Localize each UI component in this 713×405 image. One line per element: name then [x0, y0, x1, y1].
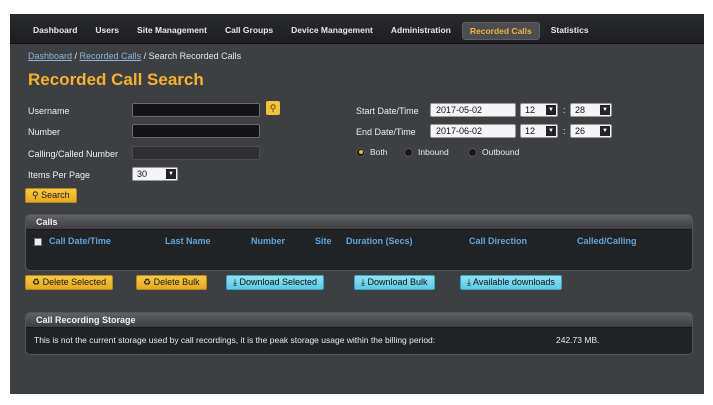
breadcrumb: Dashboard / Recorded Calls / Search Reco…	[28, 51, 241, 61]
delete-selected-button[interactable]: ♻ Delete Selected	[25, 275, 114, 290]
radio-unselected-icon	[404, 147, 413, 157]
start-minute-value: 28	[575, 105, 586, 115]
main-nav: Dashboard Users Site Management Call Gro…	[26, 22, 596, 40]
download-selected-button[interactable]: ⤓ Download Selected	[226, 275, 325, 290]
chevron-down-icon: ▼	[600, 105, 610, 115]
calls-panel: Calls Call Date/Time Last Name Number Si…	[25, 214, 693, 271]
column-last-name[interactable]: Last Name	[165, 236, 211, 246]
start-date-field[interactable]: 2017-05-02	[430, 103, 516, 117]
calling-called-number-field[interactable]	[132, 146, 260, 160]
end-date-field[interactable]: 2017-06-02	[430, 124, 516, 138]
breadcrumb-recorded-calls-link[interactable]: Recorded Calls	[80, 51, 142, 61]
delete-selected-label: Delete Selected	[42, 277, 107, 287]
nav-device-management[interactable]: Device Management	[284, 22, 380, 40]
call-recording-storage-panel: Call Recording Storage This is not the c…	[25, 312, 693, 355]
storage-value: 242.73 MB.	[556, 335, 600, 345]
column-number[interactable]: Number	[251, 236, 285, 246]
download-icon: ⤓	[361, 277, 365, 287]
end-date-time-label: End Date/Time	[356, 127, 416, 137]
calling-called-number-label: Calling/Called Number	[28, 149, 119, 159]
direction-outbound-label: Outbound	[482, 147, 520, 157]
number-label: Number	[28, 127, 61, 137]
delete-bulk-button[interactable]: ♻ Delete Bulk	[136, 275, 207, 290]
direction-inbound-label: Inbound	[418, 147, 449, 157]
items-per-page-value: 30	[137, 169, 148, 179]
storage-row: This is not the current storage used by …	[26, 328, 692, 352]
direction-inbound-radio[interactable]: Inbound	[404, 147, 449, 157]
nav-site-management[interactable]: Site Management	[130, 22, 214, 40]
app-window: Dashboard Users Site Management Call Gro…	[10, 14, 704, 394]
available-downloads-label: Available downloads	[473, 277, 555, 287]
download-icon: ⤓	[233, 277, 237, 287]
trash-icon: ♻	[143, 277, 152, 287]
chevron-down-icon: ▼	[600, 126, 610, 136]
column-call-date-time[interactable]: Call Date/Time	[49, 236, 111, 246]
end-hour-value: 12	[525, 126, 536, 136]
column-called-calling[interactable]: Called/Calling	[577, 236, 637, 246]
select-all-checkbox[interactable]	[34, 238, 42, 246]
username-field[interactable]	[132, 103, 260, 117]
nav-administration[interactable]: Administration	[384, 22, 458, 40]
top-navigation-bar: Dashboard Users Site Management Call Gro…	[10, 14, 704, 44]
end-minute-value: 26	[575, 126, 586, 136]
nav-statistics[interactable]: Statistics	[544, 22, 596, 40]
trash-icon: ♻	[32, 277, 41, 287]
breadcrumb-separator: /	[141, 51, 149, 61]
number-field[interactable]	[132, 124, 260, 138]
chevron-down-icon: ▼	[546, 126, 556, 136]
page-title: Recorded Call Search	[28, 70, 204, 89]
search-button[interactable]: ⚲ Search	[25, 188, 77, 203]
storage-note: This is not the current storage used by …	[34, 335, 436, 345]
calls-table-header: Call Date/Time Last Name Number Site Dur…	[26, 230, 692, 252]
nav-recorded-calls[interactable]: Recorded Calls	[461, 22, 540, 40]
nav-call-groups[interactable]: Call Groups	[218, 22, 280, 40]
download-icon: ⤓	[467, 277, 471, 287]
search-button-label: Search	[41, 190, 70, 200]
start-minute-select[interactable]: 28 ▼	[570, 103, 612, 117]
start-hour-select[interactable]: 12 ▼	[520, 103, 558, 117]
direction-both-label: Both	[370, 147, 388, 157]
calls-panel-title: Calls	[26, 215, 692, 230]
nav-dashboard[interactable]: Dashboard	[26, 22, 84, 40]
radio-unselected-icon	[468, 147, 477, 157]
chevron-down-icon: ▼	[546, 105, 556, 115]
time-separator: :	[563, 105, 566, 115]
user-lookup-icon[interactable]: ⚲	[266, 101, 280, 115]
end-hour-select[interactable]: 12 ▼	[520, 124, 558, 138]
items-per-page-label: Items Per Page	[28, 170, 91, 180]
column-site[interactable]: Site	[315, 236, 332, 246]
download-bulk-label: Download Bulk	[367, 277, 428, 287]
available-downloads-button[interactable]: ⤓ Available downloads	[460, 275, 562, 290]
radio-selected-icon	[356, 147, 365, 157]
column-duration[interactable]: Duration (Secs)	[346, 236, 413, 246]
direction-outbound-radio[interactable]: Outbound	[468, 147, 519, 157]
column-call-direction[interactable]: Call Direction	[469, 236, 527, 246]
breadcrumb-dashboard-link[interactable]: Dashboard	[28, 51, 72, 61]
delete-bulk-label: Delete Bulk	[153, 277, 200, 287]
username-label: Username	[28, 106, 70, 116]
download-selected-label: Download Selected	[239, 277, 318, 287]
start-date-time-label: Start Date/Time	[356, 106, 419, 116]
storage-panel-title: Call Recording Storage	[26, 313, 692, 328]
time-separator: :	[563, 126, 566, 136]
nav-users[interactable]: Users	[88, 22, 126, 40]
end-minute-select[interactable]: 26 ▼	[570, 124, 612, 138]
chevron-down-icon: ▼	[166, 169, 176, 179]
items-per-page-select[interactable]: 30 ▼	[132, 167, 178, 181]
breadcrumb-separator: /	[72, 51, 80, 61]
start-hour-value: 12	[525, 105, 536, 115]
breadcrumb-current: Search Recorded Calls	[148, 51, 242, 61]
direction-both-radio[interactable]: Both	[356, 147, 388, 157]
search-icon: ⚲	[32, 190, 39, 200]
download-bulk-button[interactable]: ⤓ Download Bulk	[354, 275, 435, 290]
